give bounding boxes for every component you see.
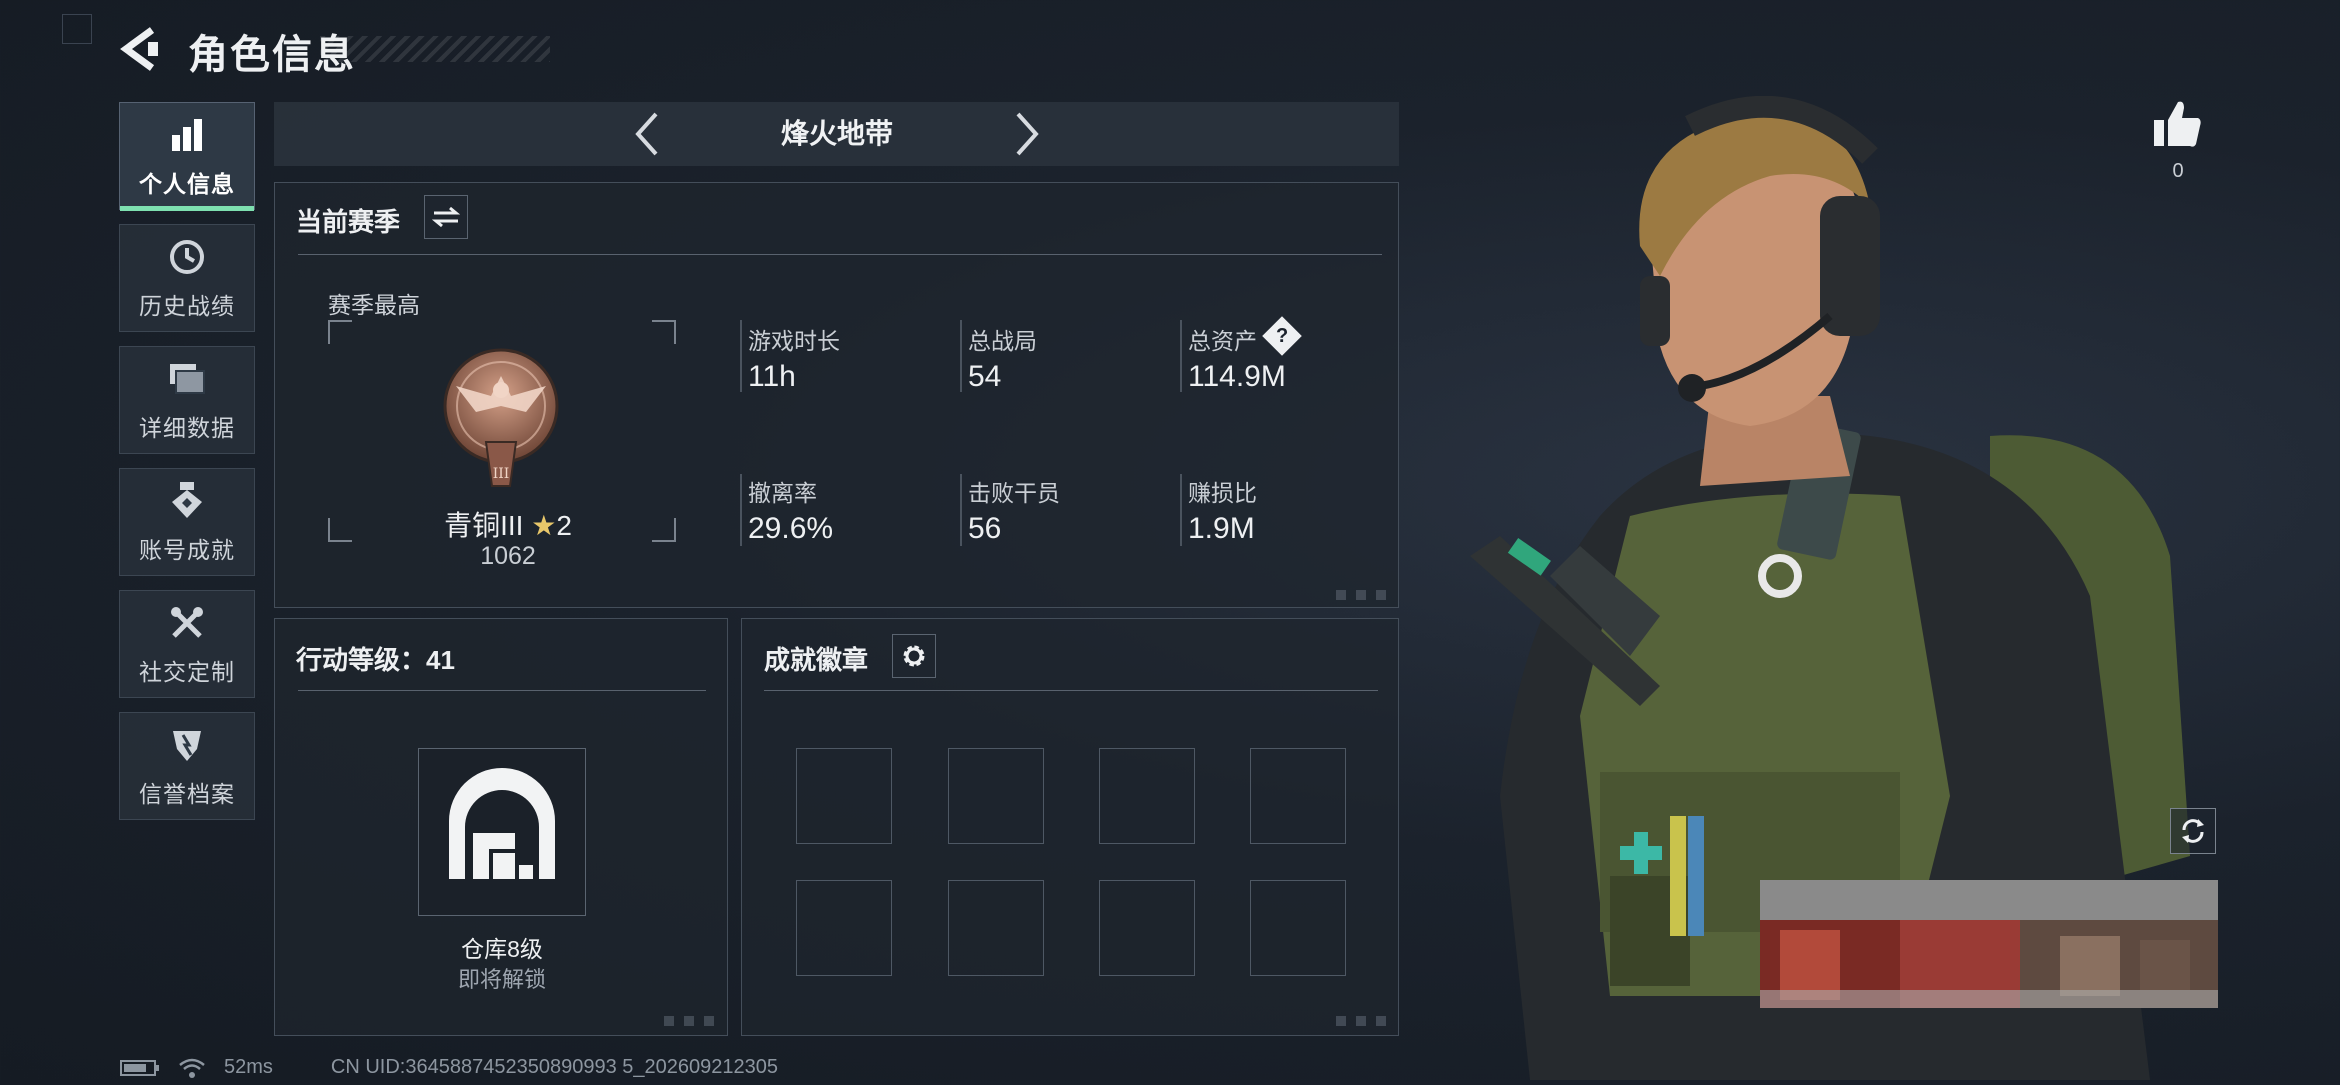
divider [298, 690, 706, 691]
panel-corner-decoration [1336, 1016, 1396, 1026]
rotate-view-button[interactable] [2170, 808, 2216, 854]
like-count: 0 [2172, 160, 2184, 182]
swap-icon [432, 206, 460, 228]
badge-slot[interactable] [1250, 748, 1346, 844]
mode-prev-button[interactable] [624, 110, 674, 158]
page-title: 角色信息 [188, 33, 356, 77]
back-button[interactable] [118, 26, 166, 72]
level-title: 行动等级：41 [296, 645, 455, 675]
nav-item-achievements[interactable]: 账号成就 [119, 468, 255, 576]
nav-item-personal-info[interactable]: 个人信息 [119, 102, 255, 211]
divider [764, 690, 1378, 691]
badge-slot[interactable] [1099, 880, 1195, 976]
star-icon: ★ [531, 510, 557, 541]
nav-item-label: 信誉档案 [139, 781, 235, 807]
ping-value: 52ms [224, 1056, 273, 1078]
badge-slot[interactable] [948, 880, 1044, 976]
bronze-rank-emblem-icon: III [436, 346, 566, 492]
achievements-settings-button[interactable] [892, 634, 936, 678]
promo-card[interactable] [1760, 880, 2218, 1008]
stat-value-playtime: 11h [748, 360, 796, 393]
stat-label-total-matches: 总战局 [968, 328, 1037, 354]
badge-slot[interactable] [948, 748, 1044, 844]
badge-slot[interactable] [1099, 748, 1195, 844]
stat-label-total-assets: 总资产 [1188, 328, 1257, 354]
stat-label-playtime: 游戏时长 [748, 328, 840, 354]
rank-score: 1062 [480, 542, 536, 570]
uid-text: CN UID:3645887452350890993 5_20260921230… [330, 1056, 778, 1078]
shield-icon [165, 723, 209, 767]
warehouse-sub: 即将解锁 [457, 967, 546, 992]
warehouse-label: 仓库8级 [461, 936, 543, 962]
mode-label: 烽火地带 [780, 118, 893, 149]
panel-corner-decoration [1336, 590, 1396, 600]
like-button[interactable] [2150, 96, 2206, 152]
badge-slot[interactable] [1250, 880, 1346, 976]
status-bar: 52ms CN UID:3645887452350890993 5_202609… [120, 1056, 778, 1079]
season-switch-button[interactable] [424, 195, 468, 239]
chevron-right-icon [1016, 112, 1039, 156]
season-title: 当前赛季 [296, 207, 401, 237]
stat-value-total-matches: 54 [968, 360, 1002, 393]
gear-icon [903, 645, 925, 667]
medal-icon [165, 479, 209, 523]
history-clock-icon [165, 235, 209, 279]
nav-item-label: 详细数据 [139, 415, 235, 441]
rank-stars: 2 [556, 510, 572, 541]
svg-text:III: III [493, 466, 510, 482]
rank-name-row: 青铜III ★2 [428, 504, 588, 544]
thumbs-up-icon [2154, 101, 2201, 147]
badge-slot[interactable] [796, 748, 892, 844]
nav-item-history[interactable]: 历史战绩 [119, 224, 255, 332]
rank-name: 青铜III [444, 510, 524, 541]
back-arrow-icon [120, 27, 158, 71]
stat-value-profit-ratio: 1.9M [1188, 512, 1255, 545]
divider [298, 254, 1382, 255]
nav-item-label: 个人信息 [139, 171, 235, 197]
stat-value-kills: 56 [968, 512, 1002, 545]
stat-label-extraction-rate: 撤离率 [748, 480, 817, 506]
season-best-label: 赛季最高 [328, 292, 420, 318]
bar-chart-icon [165, 113, 209, 157]
warehouse-icon[interactable] [418, 748, 586, 916]
stat-value-total-assets: 114.9M [1188, 360, 1286, 393]
battery-icon [120, 1059, 159, 1076]
panel-corner-decoration [664, 1016, 724, 1026]
rotate-icon [2182, 819, 2204, 843]
stat-value-extraction-rate: 29.6% [748, 512, 834, 545]
wifi-icon [179, 1058, 205, 1078]
nav-item-label: 历史战绩 [139, 293, 235, 319]
achievements-title: 成就徽章 [764, 645, 869, 675]
nav-item-label: 账号成就 [139, 537, 235, 563]
mode-next-button[interactable] [1000, 110, 1050, 158]
nav-item-reputation[interactable]: 信誉档案 [119, 712, 255, 820]
stat-label-profit-ratio: 赚损比 [1188, 480, 1257, 506]
corner-frame [62, 14, 92, 44]
folders-icon [165, 357, 209, 401]
nav-item-detail-data[interactable]: 详细数据 [119, 346, 255, 454]
nav-item-social[interactable]: 社交定制 [119, 590, 255, 698]
badge-slot[interactable] [796, 880, 892, 976]
stat-label-kills: 击败干员 [968, 480, 1060, 506]
nav-item-label: 社交定制 [139, 659, 235, 685]
tools-icon [165, 601, 209, 645]
chevron-left-icon [635, 112, 658, 156]
